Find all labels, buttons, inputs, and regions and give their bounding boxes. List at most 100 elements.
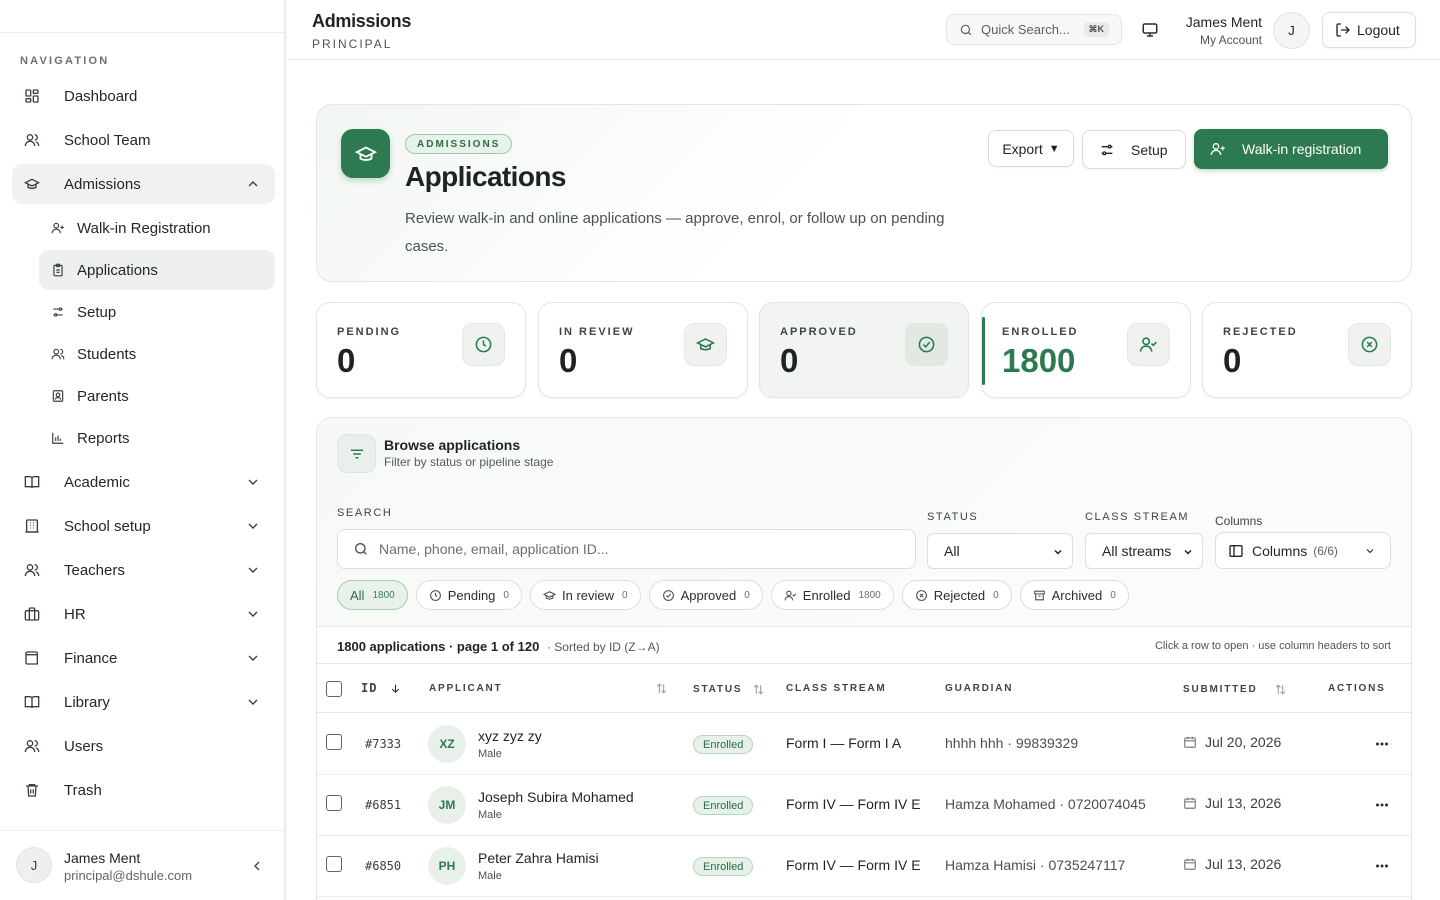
graduation-cap-icon bbox=[341, 129, 390, 178]
hero-description: Review walk-in and online applications —… bbox=[405, 210, 945, 255]
applicant-name: Joseph Subira Mohamed bbox=[478, 789, 634, 805]
stat-card-enrolled[interactable]: ENROLLED 1800 bbox=[981, 302, 1191, 398]
class-stream: Form IV — Form IV E bbox=[786, 796, 921, 812]
search-input[interactable]: Name, phone, email, application ID... bbox=[337, 529, 916, 569]
submitted-date: Jul 13, 2026 bbox=[1183, 795, 1281, 811]
chip-label: All bbox=[350, 587, 365, 603]
status-chips: All 1800 Pending 0 In review 0 Approved … bbox=[337, 580, 1129, 610]
contact-icon bbox=[52, 390, 64, 402]
check-circle-icon bbox=[905, 323, 948, 366]
sidebar-subitem-reports[interactable]: Reports bbox=[39, 418, 275, 458]
logout-icon bbox=[1336, 23, 1350, 37]
chip-enrolled[interactable]: Enrolled 1800 bbox=[770, 580, 894, 610]
guardian: Hamza Mohamed · 0720074045 bbox=[945, 796, 1146, 812]
chip-count: 0 bbox=[993, 589, 999, 601]
archive-icon bbox=[1033, 590, 1045, 600]
stat-card-rejected[interactable]: REJECTED 0 bbox=[1202, 302, 1412, 398]
sidebar-subitem-applications[interactable]: Applications bbox=[39, 250, 275, 290]
header-my-account[interactable]: My Account bbox=[1200, 33, 1262, 47]
sidebar-user-card[interactable]: J James Ment principal@dshule.com bbox=[0, 830, 285, 900]
stat-card-in-review[interactable]: IN REVIEW 0 bbox=[538, 302, 748, 398]
columns-button[interactable]: Columns (6/6) bbox=[1215, 532, 1391, 569]
stat-card-approved[interactable]: APPROVED 0 bbox=[759, 302, 969, 398]
avatar[interactable]: J bbox=[1273, 12, 1310, 49]
table-row[interactable]: #7333 XZ xyz zyz zy Male Enrolled Form I… bbox=[317, 714, 1411, 775]
x-circle-icon bbox=[1348, 323, 1391, 366]
status-label: STATUS bbox=[927, 511, 979, 523]
column-header-guardian[interactable]: GUARDIAN bbox=[945, 683, 1013, 694]
row-checkbox[interactable] bbox=[326, 856, 342, 872]
sidebar-item-label: Teachers bbox=[64, 561, 125, 579]
chip-in-review[interactable]: In review 0 bbox=[529, 580, 641, 610]
sidebar-item-label: Users bbox=[64, 737, 104, 755]
stat-value: 0 bbox=[337, 342, 356, 379]
sort-icon[interactable] bbox=[655, 682, 668, 695]
column-header-class-stream[interactable]: CLASS STREAM bbox=[786, 683, 887, 694]
stat-card-pending[interactable]: PENDING 0 bbox=[316, 302, 526, 398]
chip-pending[interactable]: Pending 0 bbox=[415, 580, 522, 610]
status-badge: Enrolled bbox=[693, 857, 754, 876]
chevron-down-icon bbox=[248, 655, 258, 661]
table-row[interactable]: #6851 JM Joseph Subira Mohamed Male Enro… bbox=[317, 775, 1411, 836]
table-hint: Click a row to open · use column headers… bbox=[1154, 640, 1391, 652]
chip-all[interactable]: All 1800 bbox=[337, 580, 408, 610]
table-header: ID APPLICANT STATUS CLASS STREAM GUARDIA… bbox=[317, 664, 1411, 713]
setup-button[interactable]: Setup bbox=[1082, 130, 1186, 169]
more-horizontal-icon[interactable] bbox=[1373, 737, 1391, 751]
chip-label: In review bbox=[561, 587, 615, 603]
sidebar-item-hr[interactable]: HR bbox=[12, 594, 275, 634]
sidebar-subitem-walkin[interactable]: Walk-in Registration bbox=[39, 208, 275, 248]
sidebar-item-label: School Team bbox=[64, 131, 151, 149]
select-all-checkbox[interactable] bbox=[326, 681, 342, 697]
sidebar-item-teachers[interactable]: Teachers bbox=[12, 550, 275, 590]
sidebar-item-users[interactable]: Users bbox=[12, 726, 275, 766]
class-stream-select[interactable]: All streams bbox=[1085, 533, 1203, 569]
users-icon bbox=[24, 740, 40, 753]
chip-archived[interactable]: Archived 0 bbox=[1019, 580, 1129, 610]
sidebar-item-library[interactable]: Library bbox=[12, 682, 275, 722]
sidebar-subitem-parents[interactable]: Parents bbox=[39, 376, 275, 416]
sidebar-subitem-setup[interactable]: Setup bbox=[39, 292, 275, 332]
sidebar-item-label: Trash bbox=[64, 781, 102, 799]
book-open-icon bbox=[24, 476, 40, 489]
sidebar-item-school-setup[interactable]: School setup bbox=[12, 506, 275, 546]
column-header-label: ID bbox=[361, 681, 378, 695]
row-checkbox[interactable] bbox=[326, 795, 342, 811]
export-button[interactable]: Export ▼ bbox=[988, 130, 1074, 167]
column-header-status[interactable]: STATUS bbox=[693, 683, 765, 696]
sidebar-item-trash[interactable]: Trash bbox=[12, 770, 275, 810]
column-header-label: ACTIONS bbox=[1328, 683, 1386, 694]
sidebar-item-dashboard[interactable]: Dashboard bbox=[12, 76, 275, 116]
column-header-applicant[interactable]: APPLICANT bbox=[429, 683, 502, 694]
chevron-down-icon bbox=[1054, 549, 1062, 555]
sidebar-item-finance[interactable]: Finance bbox=[12, 638, 275, 678]
chip-count: 0 bbox=[622, 589, 628, 601]
column-header-label: GUARDIAN bbox=[945, 683, 1014, 694]
avatar: XZ bbox=[428, 725, 466, 763]
row-checkbox[interactable] bbox=[326, 734, 342, 750]
sort-description: · Sorted by ID (Z→A) bbox=[546, 640, 660, 654]
results-count: 1800 applications · page 1 of 120 bbox=[337, 639, 540, 654]
class-stream: Form IV — Form IV E bbox=[786, 857, 921, 873]
header-user-name[interactable]: James Ment bbox=[1186, 14, 1262, 30]
monitor-icon[interactable] bbox=[1141, 21, 1159, 39]
column-header-id[interactable]: ID bbox=[361, 681, 402, 695]
sidebar-item-school-team[interactable]: School Team bbox=[12, 120, 275, 160]
sidebar-subitem-label: Students bbox=[77, 345, 137, 363]
sidebar-item-academic[interactable]: Academic bbox=[12, 462, 275, 502]
sidebar-user-name: James Ment bbox=[64, 850, 141, 866]
quick-search-button[interactable]: Quick Search... ⌘K bbox=[946, 14, 1122, 45]
more-horizontal-icon[interactable] bbox=[1373, 798, 1391, 812]
more-horizontal-icon[interactable] bbox=[1373, 859, 1391, 873]
column-header-label: SUBMITTED bbox=[1183, 684, 1258, 695]
walkin-registration-button[interactable]: Walk-in registration bbox=[1194, 129, 1388, 169]
logout-button[interactable]: Logout bbox=[1322, 12, 1416, 48]
chip-rejected[interactable]: Rejected 0 bbox=[901, 580, 1012, 610]
status-select[interactable]: All bbox=[927, 533, 1073, 569]
table-row[interactable]: #6850 PH Peter Zahra Hamisi Male Enrolle… bbox=[317, 836, 1411, 897]
sidebar-item-admissions[interactable]: Admissions bbox=[12, 164, 275, 204]
sidebar-subitem-students[interactable]: Students bbox=[39, 334, 275, 374]
chip-approved[interactable]: Approved 0 bbox=[648, 580, 763, 610]
column-header-submitted[interactable]: SUBMITTED bbox=[1183, 683, 1287, 696]
chevron-left-icon[interactable] bbox=[249, 858, 265, 874]
